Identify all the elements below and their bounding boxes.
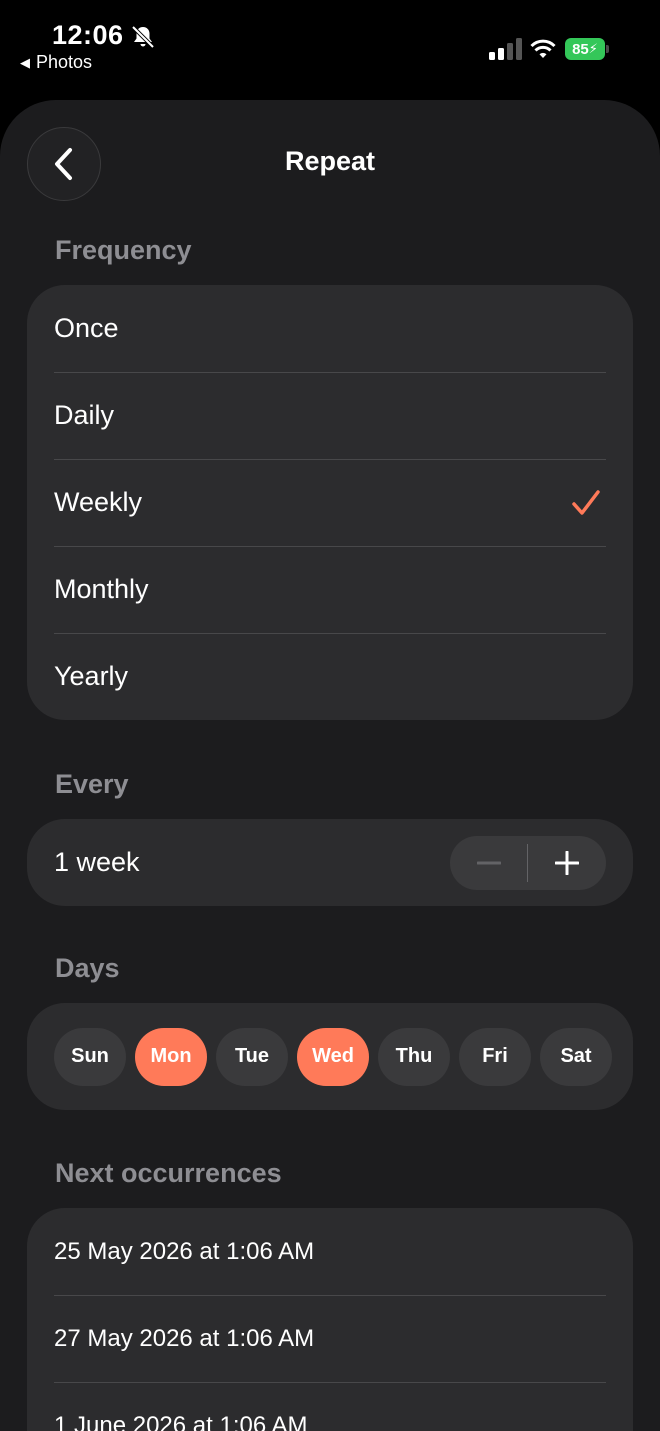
page-title: Repeat [284, 146, 376, 176]
signal-icon [489, 38, 522, 60]
day-chip-tue[interactable]: Tue [216, 1027, 288, 1086]
frequency-option-yearly[interactable]: Yearly [27, 633, 633, 720]
frequency-option-label: Once [54, 313, 119, 343]
repeat-sheet: Repeat Frequency Once Daily Weekly Month… [0, 100, 660, 1431]
day-chip-fri[interactable]: Fri [459, 1027, 531, 1086]
occurrence-item: 1 June 2026 at 1:06 AM [27, 1382, 633, 1431]
day-chip-mon[interactable]: Mon [135, 1027, 207, 1086]
frequency-option-once[interactable]: Once [27, 285, 633, 372]
days-picker: Sun Mon Tue Wed Thu Fri Sat [27, 1003, 633, 1110]
occurrence-item: 25 May 2026 at 1:06 AM [27, 1208, 633, 1295]
back-app-label: Photos [36, 52, 93, 72]
every-label: Every [55, 769, 129, 799]
wifi-icon [530, 39, 556, 58]
day-chip-sun[interactable]: Sun [54, 1027, 126, 1086]
interval-row: 1 week [27, 819, 633, 906]
frequency-option-daily[interactable]: Daily [27, 372, 633, 459]
increment-button[interactable] [528, 836, 606, 890]
occurrence-date: 25 May 2026 at 1:06 AM [54, 1237, 315, 1265]
battery-charging-icon: 85 ⚡ [565, 38, 609, 60]
status-bar: 12:06 ◀ Photos 85 ⚡ [0, 0, 660, 100]
frequency-option-label: Weekly [54, 487, 143, 517]
frequency-list: Once Daily Weekly Monthly Yearly [27, 285, 633, 720]
next-occurrences-list: 25 May 2026 at 1:06 AM 27 May 2026 at 1:… [27, 1208, 633, 1431]
bell-slash-icon [131, 25, 155, 49]
frequency-option-label: Daily [54, 400, 115, 430]
frequency-label: Frequency [55, 235, 192, 265]
decrement-button[interactable] [450, 836, 528, 890]
occurrence-date: 27 May 2026 at 1:06 AM [54, 1324, 315, 1352]
day-chip-thu[interactable]: Thu [378, 1027, 450, 1086]
interval-value: 1 week [54, 847, 140, 877]
back-to-app-link[interactable]: ◀ Photos [20, 52, 92, 73]
minus-icon [477, 861, 501, 865]
back-triangle-icon: ◀ [20, 54, 30, 70]
frequency-option-label: Yearly [54, 661, 129, 691]
battery-level: 85 [572, 40, 589, 58]
next-occurrences-label: Next occurrences [55, 1158, 282, 1188]
days-label: Days [55, 953, 120, 983]
occurrence-date: 1 June 2026 at 1:06 AM [54, 1411, 308, 1431]
plus-icon [555, 851, 579, 875]
frequency-option-weekly[interactable]: Weekly [27, 459, 633, 546]
frequency-option-label: Monthly [54, 574, 149, 604]
status-time: 12:06 [52, 20, 124, 50]
day-chip-wed[interactable]: Wed [297, 1027, 369, 1086]
interval-stepper [450, 836, 606, 890]
occurrence-item: 27 May 2026 at 1:06 AM [27, 1295, 633, 1382]
frequency-option-monthly[interactable]: Monthly [27, 546, 633, 633]
day-chip-sat[interactable]: Sat [540, 1027, 612, 1086]
checkmark-icon [572, 490, 600, 515]
